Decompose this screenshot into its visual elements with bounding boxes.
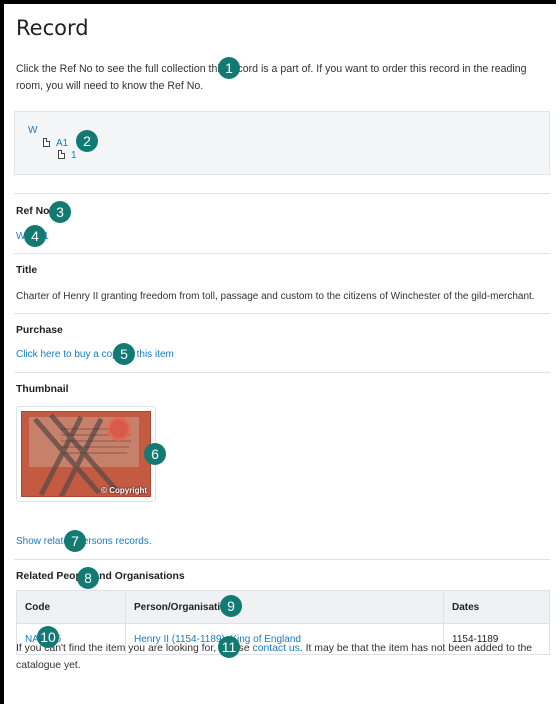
ref-no-label: Ref No (16, 206, 50, 217)
thumbnail[interactable]: © Copyright (16, 406, 156, 502)
marker-4: 4 (24, 225, 46, 247)
tree-node-a1[interactable]: A1 (43, 138, 68, 149)
title-label: Title (16, 265, 38, 276)
divider (14, 313, 550, 314)
purchase-link[interactable]: Click here to buy a copy of this item (16, 349, 174, 360)
related-label: Related People and Organisations (16, 571, 185, 582)
marker-2: 2 (76, 130, 98, 152)
marker-6: 6 (144, 443, 166, 465)
marker-1: 1 (218, 57, 240, 79)
marker-7: 7 (64, 530, 86, 552)
charter-image (21, 411, 151, 497)
tree-link-a1[interactable]: A1 (56, 138, 68, 149)
column-header-person: Person/Organisation (125, 590, 444, 624)
document-icon (43, 138, 50, 147)
marker-9: 9 (220, 595, 242, 617)
copyright-watermark: © Copyright (101, 486, 147, 495)
marker-10: 10 (37, 626, 59, 648)
marker-3: 3 (49, 201, 71, 223)
document-icon (58, 150, 65, 159)
table-header-row: Code Person/Organisation Dates (16, 590, 550, 624)
thumbnail-label: Thumbnail (16, 384, 69, 395)
tree-link-w[interactable]: W (28, 125, 37, 136)
purchase-label: Purchase (16, 325, 63, 336)
divider (14, 372, 550, 373)
column-header-code: Code (16, 590, 126, 624)
title-value: Charter of Henry II granting freedom fro… (16, 291, 535, 302)
page-title: Record (16, 16, 89, 40)
tree-node-1[interactable]: 1 (58, 150, 77, 161)
column-header-dates: Dates (443, 590, 550, 624)
marker-8: 8 (77, 567, 99, 589)
divider (14, 559, 550, 560)
thumbnail-image: © Copyright (21, 411, 151, 497)
tree-node-root[interactable]: W (28, 125, 37, 136)
contact-us-link[interactable]: contact us (253, 643, 300, 654)
divider (14, 253, 550, 254)
divider (14, 193, 550, 194)
tree-link-1[interactable]: 1 (71, 150, 77, 161)
marker-11: 11 (218, 636, 240, 658)
marker-5: 5 (113, 343, 135, 365)
intro-text: Click the Ref No to see the full collect… (16, 63, 527, 92)
footer-note: If you can't find the item you are looki… (16, 640, 550, 674)
